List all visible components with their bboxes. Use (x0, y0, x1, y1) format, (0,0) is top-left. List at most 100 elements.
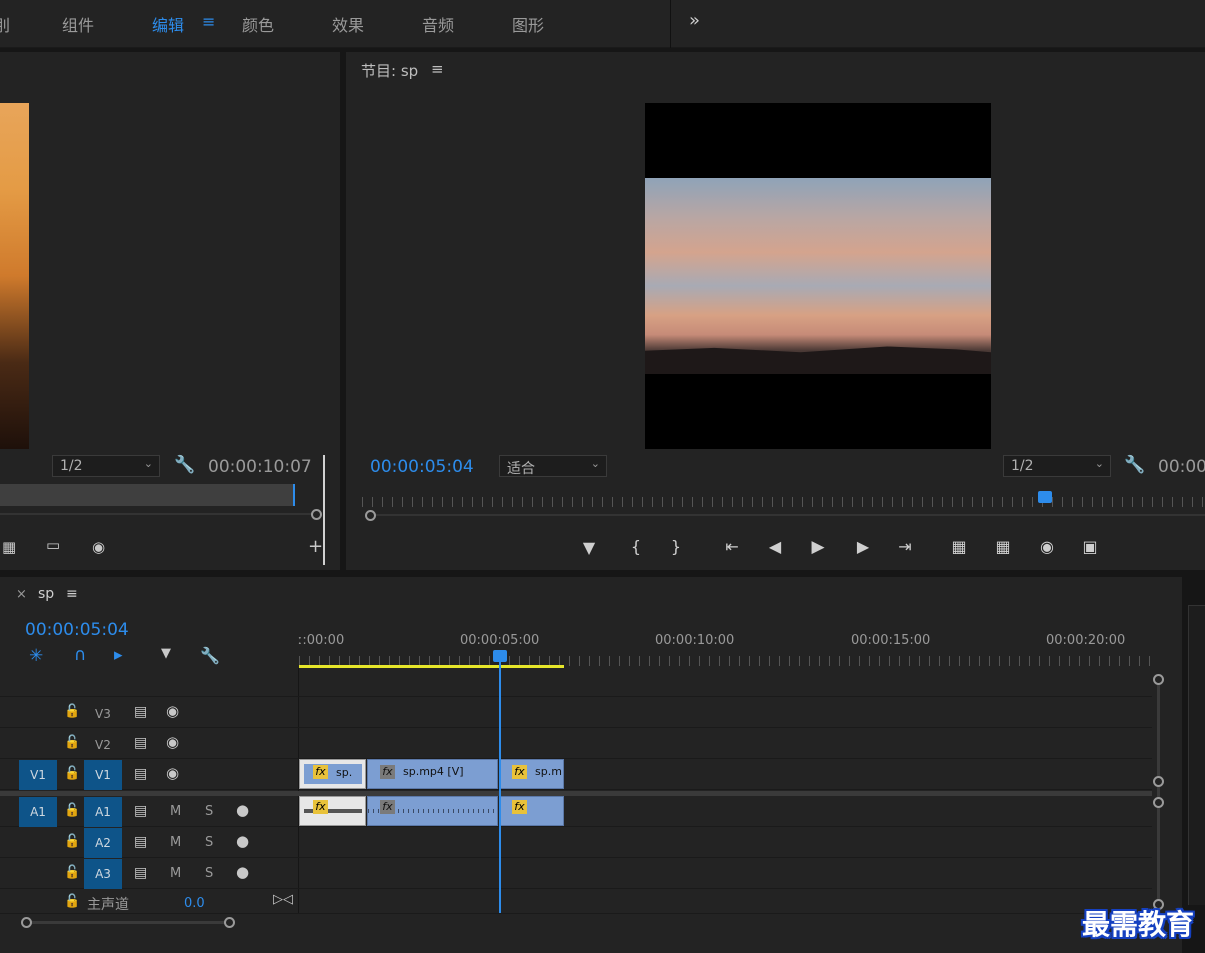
workspace-menu-icon[interactable]: ≡ (202, 12, 215, 31)
scroll-handle-bottom[interactable] (1153, 776, 1164, 787)
mark-out-icon[interactable]: } (664, 537, 688, 556)
lock-icon[interactable]: 🔓 (64, 704, 80, 719)
source-zoom-select[interactable]: 1/2 ⌄ (52, 455, 160, 477)
vertical-scrollbar[interactable] (1157, 678, 1160, 908)
program-zoom-select[interactable]: 1/2 ⌄ (1003, 455, 1111, 477)
sequence-menu-icon[interactable]: ≡ (66, 586, 78, 602)
program-zoom-handle[interactable] (365, 510, 376, 521)
source-scrub-bar[interactable] (0, 484, 294, 506)
source-patch-v1[interactable]: V1 (19, 760, 57, 790)
audio-clip[interactable]: fx (499, 796, 564, 826)
go-to-edges-icon[interactable]: ▷◁ (273, 892, 293, 907)
nest-icon[interactable]: ✳ (29, 646, 43, 666)
video-clip[interactable]: fx sp.m (499, 759, 564, 789)
master-volume-value[interactable]: 0.0 (184, 896, 205, 911)
track-target-v1[interactable]: V1 (84, 760, 122, 790)
timeline-timecode[interactable]: 00:00:05:04 (25, 620, 129, 640)
workspace-tab-assembly[interactable]: 组件 (62, 12, 94, 36)
snap-magnet-icon[interactable]: ∩ (74, 645, 86, 665)
more-workspaces-icon[interactable]: » (689, 10, 700, 31)
eye-icon[interactable]: ◉ (166, 702, 179, 720)
extract-icon[interactable]: ▦ (991, 537, 1015, 556)
workspace-tab-partial[interactable]: 刖 (0, 12, 10, 36)
step-forward-icon[interactable]: ▶ (851, 537, 875, 556)
camera-icon[interactable]: ◉ (92, 538, 105, 556)
workspace-tab-color[interactable]: 颜色 (242, 12, 274, 36)
sync-lock-icon[interactable]: ▤ (134, 766, 147, 782)
solo-button[interactable]: S (205, 804, 213, 819)
mark-in-icon[interactable]: { (624, 537, 648, 556)
timeline-playhead-line[interactable] (499, 660, 501, 913)
solo-button[interactable]: S (205, 835, 213, 850)
source-playhead[interactable] (293, 484, 295, 506)
export-frame-icon[interactable]: ▭ (46, 536, 60, 554)
comparison-view-icon[interactable]: ▣ (1078, 537, 1102, 556)
zoom-handle-right[interactable] (224, 917, 235, 928)
sequence-tab[interactable]: sp (38, 586, 54, 602)
mute-button[interactable]: M (170, 804, 181, 819)
track-name-v2[interactable]: V2 (95, 738, 111, 752)
sync-lock-icon[interactable]: ▤ (134, 704, 147, 720)
workspace-tab-editing[interactable]: 编辑 (152, 12, 184, 36)
track-target-a1[interactable]: A1 (84, 797, 122, 827)
program-time-ruler[interactable] (362, 497, 1205, 507)
lock-icon[interactable]: 🔓 (64, 766, 80, 781)
source-zoom-bar[interactable] (0, 513, 316, 515)
sync-lock-icon[interactable]: ▤ (134, 865, 147, 881)
overwrite-icon[interactable]: ▦ (2, 538, 16, 556)
sync-lock-icon[interactable]: ▤ (134, 834, 147, 850)
sync-lock-icon[interactable]: ▤ (134, 735, 147, 751)
program-playhead[interactable] (1038, 491, 1052, 503)
track-target-a2[interactable]: A2 (84, 828, 122, 858)
go-to-out-icon[interactable]: ⇥ (893, 537, 917, 556)
program-menu-icon[interactable]: ≡ (431, 60, 444, 78)
wrench-icon[interactable]: 🔧 (1124, 455, 1145, 475)
linked-selection-icon[interactable]: ▸ (114, 645, 123, 665)
program-zoom-bar[interactable] (370, 514, 1205, 516)
workspace-tab-effects[interactable]: 效果 (332, 12, 364, 36)
wrench-icon[interactable]: 🔧 (200, 646, 220, 665)
eye-icon[interactable]: ◉ (166, 764, 179, 782)
program-fit-select[interactable]: 适合 ⌄ (499, 455, 607, 477)
step-back-icon[interactable]: ◀ (763, 537, 787, 556)
mute-button[interactable]: M (170, 835, 181, 850)
program-current-timecode[interactable]: 00:00:05:04 (370, 457, 474, 477)
audio-clip-selected[interactable]: fx (299, 796, 366, 826)
source-zoom-handle[interactable] (311, 509, 322, 520)
lock-icon[interactable]: 🔓 (64, 865, 80, 880)
workspace-tab-audio[interactable]: 音频 (422, 12, 454, 36)
go-to-in-icon[interactable]: ⇤ (720, 537, 744, 556)
track-target-a3[interactable]: A3 (84, 859, 122, 889)
close-tab-icon[interactable]: × (16, 587, 27, 602)
play-icon[interactable]: ▶ (806, 537, 830, 557)
microphone-icon[interactable]: ● (236, 863, 249, 881)
lock-icon[interactable]: 🔓 (64, 894, 80, 909)
scroll-handle-top[interactable] (1153, 674, 1164, 685)
microphone-icon[interactable]: ● (236, 832, 249, 850)
workspace-tab-graphics[interactable]: 图形 (512, 12, 544, 36)
add-marker-icon[interactable]: ▼ (161, 646, 171, 661)
video-clip-selected[interactable]: fx sp. (299, 759, 366, 789)
lock-icon[interactable]: 🔓 (64, 834, 80, 849)
divider (670, 0, 671, 48)
add-button-icon[interactable]: + (308, 536, 323, 557)
video-clip[interactable]: fx sp.mp4 [V] (367, 759, 498, 789)
track-name-v3[interactable]: V3 (95, 707, 111, 721)
audio-scroll-handle-top[interactable] (1153, 797, 1164, 808)
microphone-icon[interactable]: ● (236, 801, 249, 819)
lock-icon[interactable]: 🔓 (64, 735, 80, 750)
clip-label: sp.m (535, 765, 562, 778)
mute-button[interactable]: M (170, 866, 181, 881)
source-patch-a1[interactable]: A1 (19, 797, 57, 827)
solo-button[interactable]: S (205, 866, 213, 881)
horizontal-scrollbar[interactable] (28, 921, 230, 924)
zoom-handle-left[interactable] (21, 917, 32, 928)
sync-lock-icon[interactable]: ▤ (134, 803, 147, 819)
camera-icon[interactable]: ◉ (1035, 537, 1059, 556)
wrench-icon[interactable]: 🔧 (174, 455, 195, 475)
lock-icon[interactable]: 🔓 (64, 803, 80, 818)
audio-clip[interactable]: fx (367, 796, 498, 826)
add-marker-icon[interactable]: ▼ (577, 538, 601, 557)
lift-icon[interactable]: ▦ (947, 537, 971, 556)
eye-icon[interactable]: ◉ (166, 733, 179, 751)
